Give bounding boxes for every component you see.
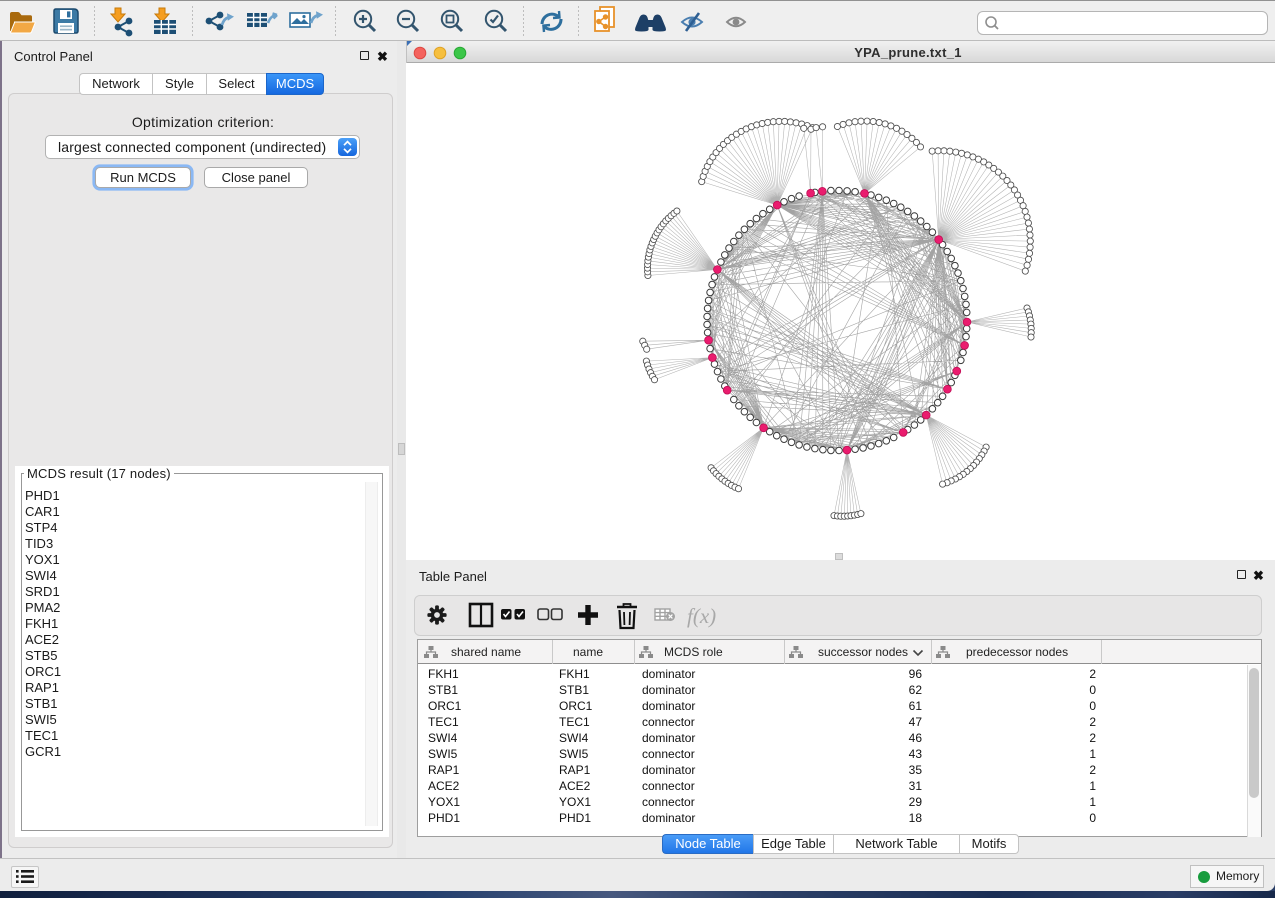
svg-text:f(x): f(x) <box>687 604 716 628</box>
